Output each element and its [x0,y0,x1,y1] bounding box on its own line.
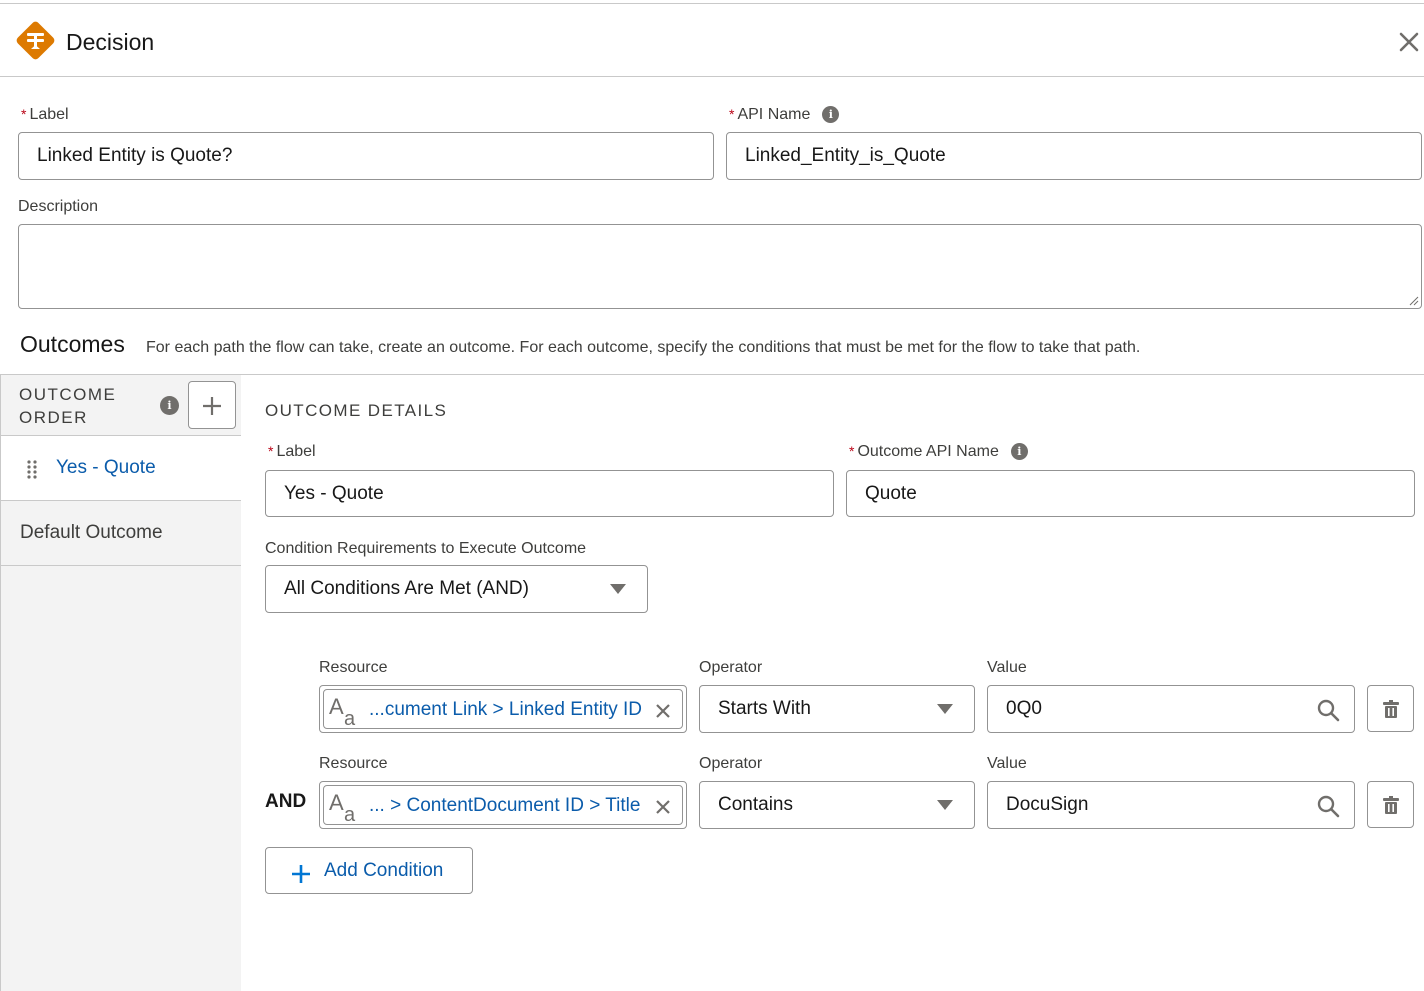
value-input[interactable]: 0Q0 [987,685,1355,733]
svg-text:a: a [344,708,356,728]
chevron-down-icon [937,800,953,810]
outcome-order-heading: OUTCOME ORDER [19,385,117,427]
value-label: Value [987,755,1027,772]
resource-combobox[interactable]: A a ... > ContentDocument ID > Title [319,781,687,829]
outcome-item-yes-quote[interactable]: Yes - Quote [1,436,241,501]
svg-text:A: A [329,790,344,815]
outcome-details-title: OUTCOME DETAILS [265,401,448,420]
api-name-field-label: * API Name i [729,106,840,124]
plus-icon [203,397,221,415]
panel-header: Decision [0,4,1424,77]
trash-icon [1383,796,1399,814]
trash-icon [1383,700,1399,718]
value-input[interactable]: DocuSign [987,781,1355,829]
description-textarea[interactable] [18,224,1422,309]
svg-text:A: A [329,694,344,719]
outcome-order-header: OUTCOME ORDER i [1,375,241,436]
outcome-label-field-label: * Label [268,443,316,460]
plus-icon [292,865,310,883]
outcome-item-default[interactable]: Default Outcome [1,501,241,566]
info-icon[interactable]: i [160,396,179,415]
operator-select[interactable]: Contains [699,781,975,829]
resource-pill[interactable]: A a ... > ContentDocument ID > Title [323,785,683,825]
chevron-down-icon [937,704,953,714]
close-icon[interactable] [1398,31,1420,53]
label-field-label: * Label [21,106,69,123]
info-icon[interactable]: i [1010,443,1028,461]
value-label: Value [987,659,1027,676]
drag-handle-icon[interactable] [26,460,38,480]
condition-requirements-select[interactable]: All Conditions Are Met (AND) [265,565,648,613]
resize-handle-icon[interactable] [1407,294,1419,306]
outcomes-title: Outcomes [20,331,125,357]
delete-condition-button[interactable] [1367,685,1414,732]
decision-signpost-icon [16,21,55,60]
search-icon [1317,699,1340,722]
description-label: Description [18,198,99,215]
delete-condition-button[interactable] [1367,781,1414,828]
resource-pill[interactable]: A a ...cument Link > Linked Entity ID [323,689,683,729]
add-outcome-button[interactable] [188,381,236,429]
operator-select[interactable]: Starts With [699,685,975,733]
remove-icon[interactable] [654,798,672,816]
label-input[interactable]: Linked Entity is Quote? [18,132,714,180]
resource-label: Resource [319,755,388,772]
api-name-input[interactable]: Linked_Entity_is_Quote [726,132,1422,180]
search-icon [1317,795,1340,818]
resource-label: Resource [319,659,388,676]
operator-label: Operator [699,755,763,772]
outcomes-description: For each path the flow can take, create … [146,339,1141,356]
outcome-api-name-field-label: * Outcome API Name i [849,443,1028,461]
text-type-icon: A a [329,694,356,728]
resource-combobox[interactable]: A a ...cument Link > Linked Entity ID [319,685,687,733]
add-condition-button[interactable]: Add Condition [265,847,473,894]
condition-requirements-label: Condition Requirements to Execute Outcom… [265,540,587,557]
info-icon[interactable]: i [822,106,840,124]
svg-text:a: a [344,804,356,824]
remove-icon[interactable] [654,702,672,720]
outcome-label-input[interactable]: Yes - Quote [265,470,834,517]
chevron-down-icon [610,584,626,594]
operator-label: Operator [699,659,763,676]
outcome-api-name-input[interactable]: Quote [846,470,1415,517]
condition-connector: AND [265,791,307,812]
outcome-order-sidebar: OUTCOME ORDER i Yes - Quote Default Outc… [0,375,241,991]
panel-title: Decision [66,29,155,55]
text-type-icon: A a [329,790,356,824]
